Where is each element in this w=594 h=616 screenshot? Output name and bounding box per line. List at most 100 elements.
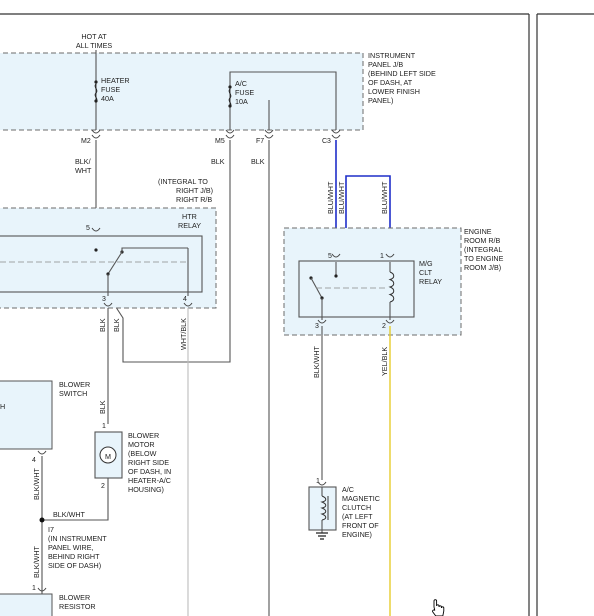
wire-label-blk-wht-lower: BLK/WHT [32,545,41,578]
wire-label-blk-1: BLK [98,318,107,332]
svg-text:SWITCH: SWITCH [59,389,87,398]
blower-resistor-label: BLOWER RESISTOR [59,593,96,611]
blower-motor-label: BLOWER MOTOR (BELOW RIGHT SIDE OF DASH, … [128,431,171,494]
svg-text:MAGNETIC: MAGNETIC [342,494,380,503]
blower-resistor-box [0,593,53,616]
svg-text:10A: 10A [235,97,248,106]
svg-text:CLT: CLT [419,268,433,277]
blower-switch-box [0,380,53,450]
svg-text:LOWER FINISH: LOWER FINISH [368,87,420,96]
htr-relay-box [0,235,203,293]
svg-text:BEHIND RIGHT: BEHIND RIGHT [48,552,100,561]
engine-room-rb-label: ENGINE ROOM R/B (INTEGRAL TO ENGINE ROOM… [464,227,504,272]
connector-c3-label: C3 [322,138,331,145]
wire-label-blk-3: BLK [98,400,107,414]
htr-relay-contact-a [94,248,98,252]
svg-text:FUSE: FUSE [235,88,254,97]
blower-motor-pin-2: 2 [101,483,105,490]
wire-label-blu-wht-1: BLU/WHT [326,181,335,214]
svg-text:ENGINE): ENGINE) [342,530,372,539]
svg-text:RIGHT J/B): RIGHT J/B) [176,186,213,195]
svg-text:HEATER-A/C: HEATER-A/C [128,476,171,485]
svg-text:OF DASH, AT: OF DASH, AT [368,78,413,87]
svg-text:(BELOW: (BELOW [128,449,157,458]
svg-text:(INTEGRAL TO: (INTEGRAL TO [158,177,208,186]
svg-text:I7: I7 [48,525,54,534]
svg-text:PANEL J/B: PANEL J/B [368,60,403,69]
mg-relay-pin-5: 5 [328,253,332,260]
svg-text:M/G: M/G [419,259,433,268]
svg-text:(IN INSTRUMENT: (IN INSTRUMENT [48,534,107,543]
wire-label-wht-blk: WHT/BLK [179,318,188,350]
connector-c3 [331,129,341,139]
svg-text:HOUSING): HOUSING) [128,485,164,494]
svg-text:SIDE OF DASH): SIDE OF DASH) [48,561,101,570]
connector-f7 [264,129,274,139]
ac-clutch-label: A/C MAGNETIC CLUTCH (AT LEFT FRONT OF EN… [342,485,380,539]
heater-fuse-dot-top [94,80,98,84]
wire-label-yel-blk: YEL/BLK [380,347,389,376]
htr-relay-pin-5: 5 [86,225,90,232]
svg-text:(INTEGRAL: (INTEGRAL [464,245,502,254]
blower-resistor-pin-1: 1 [32,585,36,592]
hand-cursor-icon [432,599,445,616]
splice-i7-dot [39,517,45,523]
blower-switch-pin-4-connector [37,450,47,455]
connector-m2 [91,129,101,139]
blower-motor-symbol-letter: M [105,452,111,461]
svg-text:RIGHT R/B: RIGHT R/B [176,195,212,204]
wire-label-blk-f7: BLK [251,157,265,166]
svg-text:A/C: A/C [342,485,354,494]
svg-text:RESISTOR: RESISTOR [59,602,96,611]
svg-text:ROOM R/B: ROOM R/B [464,236,501,245]
mg-relay-contact-a [334,274,338,278]
svg-text:FUSE: FUSE [101,85,120,94]
svg-text:ROOM J/B): ROOM J/B) [464,263,501,272]
blower-switch-label: BLOWER SWITCH [59,380,90,398]
splice-i7-label: I7 (IN INSTRUMENT PANEL WIRE, BEHIND RIG… [48,525,107,570]
svg-text:40A: 40A [101,94,114,103]
svg-text:BLOWER: BLOWER [59,380,90,389]
svg-text:INSTRUMENT: INSTRUMENT [368,51,416,60]
connector-m5 [225,129,235,139]
wire-label-blk-wht-mg: BLK/WHT [312,345,321,378]
wiring-diagram: HOT AT ALL TIMES INSTRUMENT PANEL J/B (B… [0,13,594,616]
hot-at-all-times-line1: HOT AT [81,32,107,41]
instrument-panel-jb-box [0,52,364,131]
htr-relay-pin-3: 3 [102,296,106,303]
svg-text:BLOWER: BLOWER [59,593,90,602]
wire-label-blk-wht-top-1: BLK/ [75,157,91,166]
hot-at-all-times-line2: ALL TIMES [76,41,113,50]
svg-text:(BEHIND LEFT SIDE: (BEHIND LEFT SIDE [368,69,436,78]
wire-label-blk-wht-top-2: WHT [75,166,92,175]
blower-switch-partial-text: H [0,402,5,411]
ground-icon [316,532,328,540]
wire-label-blk-wht-switch: BLK/WHT [32,467,41,500]
svg-text:OF DASH, IN: OF DASH, IN [128,467,171,476]
mg-relay-pin-1: 1 [380,253,384,260]
svg-text:FRONT OF: FRONT OF [342,521,379,530]
svg-text:BLOWER: BLOWER [128,431,159,440]
svg-text:MOTOR: MOTOR [128,440,155,449]
connector-f7-label: F7 [256,138,264,145]
svg-text:RIGHT SIDE: RIGHT SIDE [128,458,169,467]
svg-text:TO ENGINE: TO ENGINE [464,254,504,263]
blower-motor-pin-1: 1 [102,423,106,430]
svg-text:RELAY: RELAY [178,221,201,230]
wire-label-blk-wht-splice: BLK/WHT [53,510,86,519]
blower-switch-pin-4: 4 [32,457,36,464]
right-rb-label: (INTEGRAL TO RIGHT J/B) RIGHT R/B [158,177,213,204]
ac-fuse-dot-top [228,85,232,89]
connector-m2-label: M2 [81,138,91,145]
mg-clt-relay-box [298,260,415,318]
wire-label-blu-wht-3: BLU/WHT [380,181,389,214]
wire-label-blu-wht-2: BLU/WHT [337,181,346,214]
svg-text:A/C: A/C [235,79,247,88]
svg-text:ENGINE: ENGINE [464,227,492,236]
svg-text:HTR: HTR [182,212,197,221]
svg-text:HEATER: HEATER [101,76,130,85]
connector-m5-label: M5 [215,138,225,145]
mg-relay-pin-2: 2 [382,323,386,330]
wire-label-blk-2: BLK [112,318,121,332]
svg-text:RELAY: RELAY [419,277,442,286]
